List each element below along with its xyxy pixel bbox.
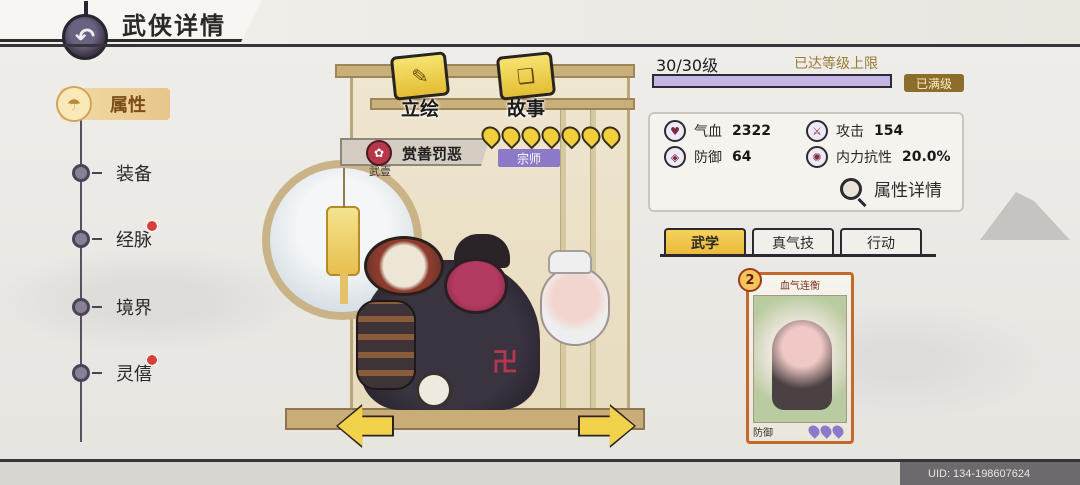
level-progress-fill	[654, 76, 890, 86]
page-title: 武侠详情	[122, 11, 226, 40]
swirl-icon: ✺	[806, 146, 828, 168]
nav-item-equipment[interactable]: 装备	[72, 160, 152, 186]
nav-item-label: 境界	[116, 298, 152, 319]
stat-label: 气血	[694, 124, 722, 140]
nav-tick	[92, 238, 102, 240]
max-level-badge: 已满级	[904, 74, 964, 92]
heart-icon: ♥	[664, 120, 686, 142]
rank-badge: 宗师	[498, 149, 560, 167]
level-progress-bar	[652, 74, 892, 88]
pip-icon	[830, 423, 846, 439]
stat-label: 防御	[694, 150, 722, 166]
nav-tick	[92, 172, 102, 174]
nav-dot	[72, 230, 90, 248]
character-emblem-icon: 卍	[491, 347, 518, 378]
companion-figure	[540, 266, 610, 346]
attribute-detail-label: 属性详情	[874, 181, 942, 201]
faction-sub-label: 武壹	[369, 165, 391, 178]
nav-line	[80, 106, 82, 442]
level-max-text: 已达等级上限	[794, 56, 878, 72]
nav-dot	[72, 298, 90, 316]
scroll-icon: ✎	[389, 51, 451, 101]
stat-hp: ♥ 气血 2322	[664, 120, 771, 142]
umbrella-icon: ☂	[56, 86, 92, 122]
small-drum-icon	[416, 372, 452, 408]
skill-figure	[772, 320, 832, 410]
skill-type: 防御	[753, 428, 773, 439]
star-rating	[477, 122, 625, 150]
book-icon: ❏	[495, 51, 557, 101]
magnifier-icon	[840, 177, 862, 200]
skill-pips	[806, 423, 846, 439]
shield-icon: ◈	[664, 146, 686, 168]
skill-tabs: 武学 真气技 行动	[664, 228, 922, 256]
nav-tick	[92, 372, 102, 374]
skill-card[interactable]: 血气连衡 防御	[746, 272, 854, 444]
nav-dot	[72, 164, 90, 182]
tab-action[interactable]: 行动	[840, 228, 922, 256]
stat-value: 64	[732, 149, 752, 165]
character-title: 赏善罚恶	[402, 145, 463, 163]
sword-icon: ⚔	[806, 120, 828, 142]
stat-label: 内力抗性	[836, 150, 892, 166]
tabs-underline	[660, 254, 936, 257]
nav-item-spirit[interactable]: 灵僖	[72, 360, 152, 386]
alert-dot	[146, 220, 158, 232]
stat-label: 攻击	[836, 124, 864, 140]
character-head	[444, 258, 508, 314]
nav-dot	[72, 364, 90, 382]
nav-item-realm[interactable]: 境界	[72, 294, 152, 320]
portrait-button[interactable]: ✎ 立绘	[389, 51, 451, 121]
nav-tick	[92, 306, 102, 308]
skill-cost-badge: 2	[738, 268, 762, 292]
tab-martial-arts[interactable]: 武学	[664, 228, 746, 256]
stat-value: 20.0%	[902, 149, 951, 165]
uid-label: UID: 134-198607624	[928, 468, 1031, 480]
character-arm	[356, 300, 416, 390]
nav-item-meridians[interactable]: 经脉	[72, 226, 152, 252]
alert-dot	[146, 354, 158, 366]
lantern-icon	[326, 168, 360, 304]
drum-icon	[364, 236, 444, 296]
stage-top-beam	[335, 64, 635, 78]
story-button[interactable]: ❏ 故事	[495, 51, 557, 121]
nav-item-label: 装备	[116, 164, 152, 185]
stat-resistance: ✺ 内力抗性 20.0%	[806, 146, 951, 168]
skill-name: 血气连衡	[780, 281, 820, 292]
stat-value: 2322	[732, 123, 771, 139]
companion-hat	[548, 250, 592, 274]
attribute-detail-button[interactable]: 属性详情	[840, 176, 942, 201]
stat-value: 154	[874, 123, 904, 139]
stat-attack: ⚔ 攻击 154	[806, 120, 903, 142]
level-text: 30/30级	[656, 56, 719, 75]
skill-art	[753, 295, 847, 423]
nav-item-attributes[interactable]: ☂ 属性	[56, 86, 170, 122]
tab-qi-skill[interactable]: 真气技	[752, 228, 834, 256]
stat-defense: ◈ 防御 64	[664, 146, 751, 168]
nav-item-label: 属性	[110, 95, 146, 116]
